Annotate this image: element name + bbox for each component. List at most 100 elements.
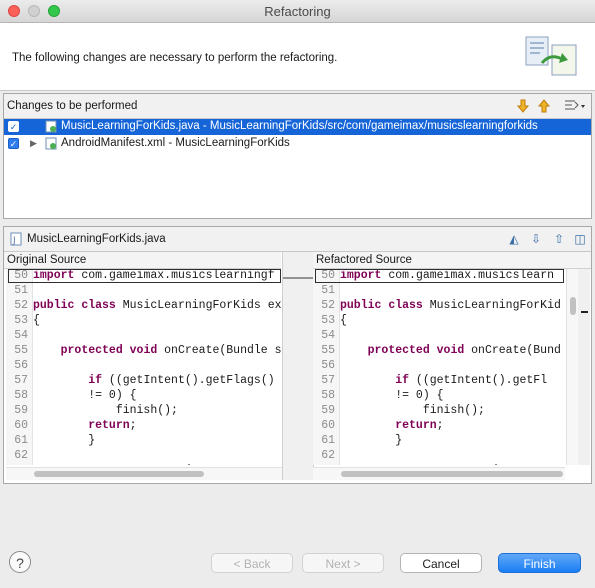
code-line: 59 finish(); (6, 404, 282, 419)
svg-text:J: J (12, 236, 16, 246)
java-file-icon (45, 120, 57, 133)
change-item-java[interactable]: ✓ MusicLearningForKids.java - MusicLearn… (4, 119, 591, 135)
previous-change-button[interactable] (535, 97, 553, 115)
header-message: The following changes are necessary to p… (12, 52, 338, 64)
code-line: 53 { (6, 314, 282, 329)
java-file-icon: J (10, 232, 22, 246)
scroll-thumb[interactable] (34, 471, 204, 477)
line-number: 60 (321, 419, 335, 432)
line-number: 54 (14, 329, 28, 342)
next-difference-icon[interactable]: ⇩ (528, 231, 544, 247)
compare-header: J MusicLearningForKids.java ◭ ⇩ ⇧ ◫ (4, 227, 591, 252)
line-number: 63 (313, 464, 335, 465)
original-hscrollbar[interactable] (6, 467, 282, 480)
line-number: 52 (321, 299, 335, 312)
diff-connector-line (283, 277, 313, 279)
refactored-source-title: Refactored Source (316, 254, 412, 266)
previous-difference-icon[interactable]: ⇧ (551, 231, 567, 247)
code-line: 51 (6, 284, 282, 299)
window-title: Refactoring (264, 4, 331, 19)
code-line: 57 if ((getIntent().getFl (313, 374, 565, 389)
change-highlight-box (8, 269, 281, 283)
code-text: { (340, 314, 347, 327)
overview-ruler[interactable] (578, 269, 590, 465)
original-source-title: Original Source (7, 254, 87, 266)
line-number: 59 (14, 404, 28, 417)
line-number: 59 (321, 404, 335, 417)
cancel-button[interactable]: Cancel (400, 553, 482, 573)
code-line: 55 protected void onCreate(Bundle s (6, 344, 282, 359)
original-source-header: Original Source (4, 252, 281, 269)
refactored-source-editor[interactable]: 50 import com.gameimax.musicslearn 51 52 pub… (313, 269, 565, 465)
back-button[interactable]: < Back (211, 553, 293, 573)
code-text: return; (88, 419, 137, 432)
copy-right-to-left-icon[interactable]: ◭ (506, 231, 522, 247)
line-number: 53 (14, 314, 28, 327)
expand-triangle-icon[interactable]: ▶ (30, 138, 37, 149)
next-change-button[interactable] (514, 97, 532, 115)
compare-file-name: MusicLearningForKids.java (27, 233, 166, 245)
code-line: 62 (313, 449, 565, 464)
code-text: if ((getIntent().getFlags() (88, 374, 275, 387)
change-checkbox[interactable]: ✓ (8, 121, 19, 132)
change-item-label: MusicLearningForKids.java - MusicLearnin… (61, 120, 538, 132)
line-number: 54 (321, 329, 335, 342)
compare-options-icon[interactable]: ◫ (572, 231, 588, 247)
filter-menu-button[interactable] (561, 97, 589, 115)
change-marker[interactable] (581, 311, 588, 313)
original-source-editor[interactable]: 50 import com.gameimax.musicslearningf 51 5… (6, 269, 282, 465)
scroll-thumb[interactable] (341, 471, 563, 477)
line-number: 58 (321, 389, 335, 402)
code-text: finish(); (422, 404, 485, 417)
change-highlight-box (315, 269, 564, 283)
code-text: } (340, 434, 403, 447)
code-text: return; (395, 419, 444, 432)
line-number: 52 (14, 299, 28, 312)
code-line: 54 (6, 329, 282, 344)
code-line: 61 } (6, 434, 282, 449)
code-text: super.onCreate( (33, 464, 192, 465)
xml-file-icon (45, 137, 57, 150)
code-text: } (33, 434, 96, 447)
next-button[interactable]: Next > (302, 553, 384, 573)
code-text: { (33, 314, 40, 327)
line-number: 55 (14, 344, 28, 357)
code-text: public class MusicLearningForKid (340, 299, 561, 312)
code-text: protected void onCreate(Bundle s (60, 344, 282, 357)
line-number: 56 (14, 359, 28, 372)
change-checkbox[interactable]: ✓ (8, 138, 19, 149)
arrow-up-icon (537, 99, 551, 113)
code-line: 54 (313, 329, 565, 344)
line-number: 61 (14, 434, 28, 447)
code-line: 58 != 0) { (6, 389, 282, 404)
line-number: 60 (14, 419, 28, 432)
diff-connector-gutter (282, 252, 314, 480)
code-line: 56 (313, 359, 565, 374)
code-text: protected void onCreate(Bund (367, 344, 561, 357)
finish-button[interactable]: Finish (498, 553, 581, 573)
code-line: 61 } (313, 434, 565, 449)
line-number: 51 (14, 284, 28, 297)
refactored-hscrollbar[interactable] (313, 467, 565, 480)
code-line: 52 public class MusicLearningForKid (313, 299, 565, 314)
code-line: 51 (313, 284, 565, 299)
help-button[interactable]: ? (9, 551, 31, 573)
code-line: 56 (6, 359, 282, 374)
changes-title: Changes to be performed (7, 100, 138, 112)
changes-panel: Changes to be performed ✓ MusicLearningF… (3, 93, 592, 219)
code-line: 57 if ((getIntent().getFlags() (6, 374, 282, 389)
code-text: != 0) { (340, 389, 444, 402)
arrow-down-icon (516, 99, 530, 113)
code-line: 62 (6, 449, 282, 464)
line-number: 58 (14, 389, 28, 402)
refactored-source-header: Refactored Source (313, 252, 591, 269)
change-item-label: AndroidManifest.xml - MusicLearningForKi… (61, 137, 290, 149)
code-line: 59 finish(); (313, 404, 565, 419)
scroll-thumb[interactable] (570, 297, 576, 315)
line-number: 51 (321, 284, 335, 297)
line-number: 63 (6, 464, 28, 465)
code-line: 58 != 0) { (313, 389, 565, 404)
wizard-header: The following changes are necessary to p… (0, 23, 595, 91)
change-item-manifest[interactable]: ✓ ▶ AndroidManifest.xml - MusicLearningF… (4, 136, 591, 152)
code-line: 60 return; (313, 419, 565, 434)
